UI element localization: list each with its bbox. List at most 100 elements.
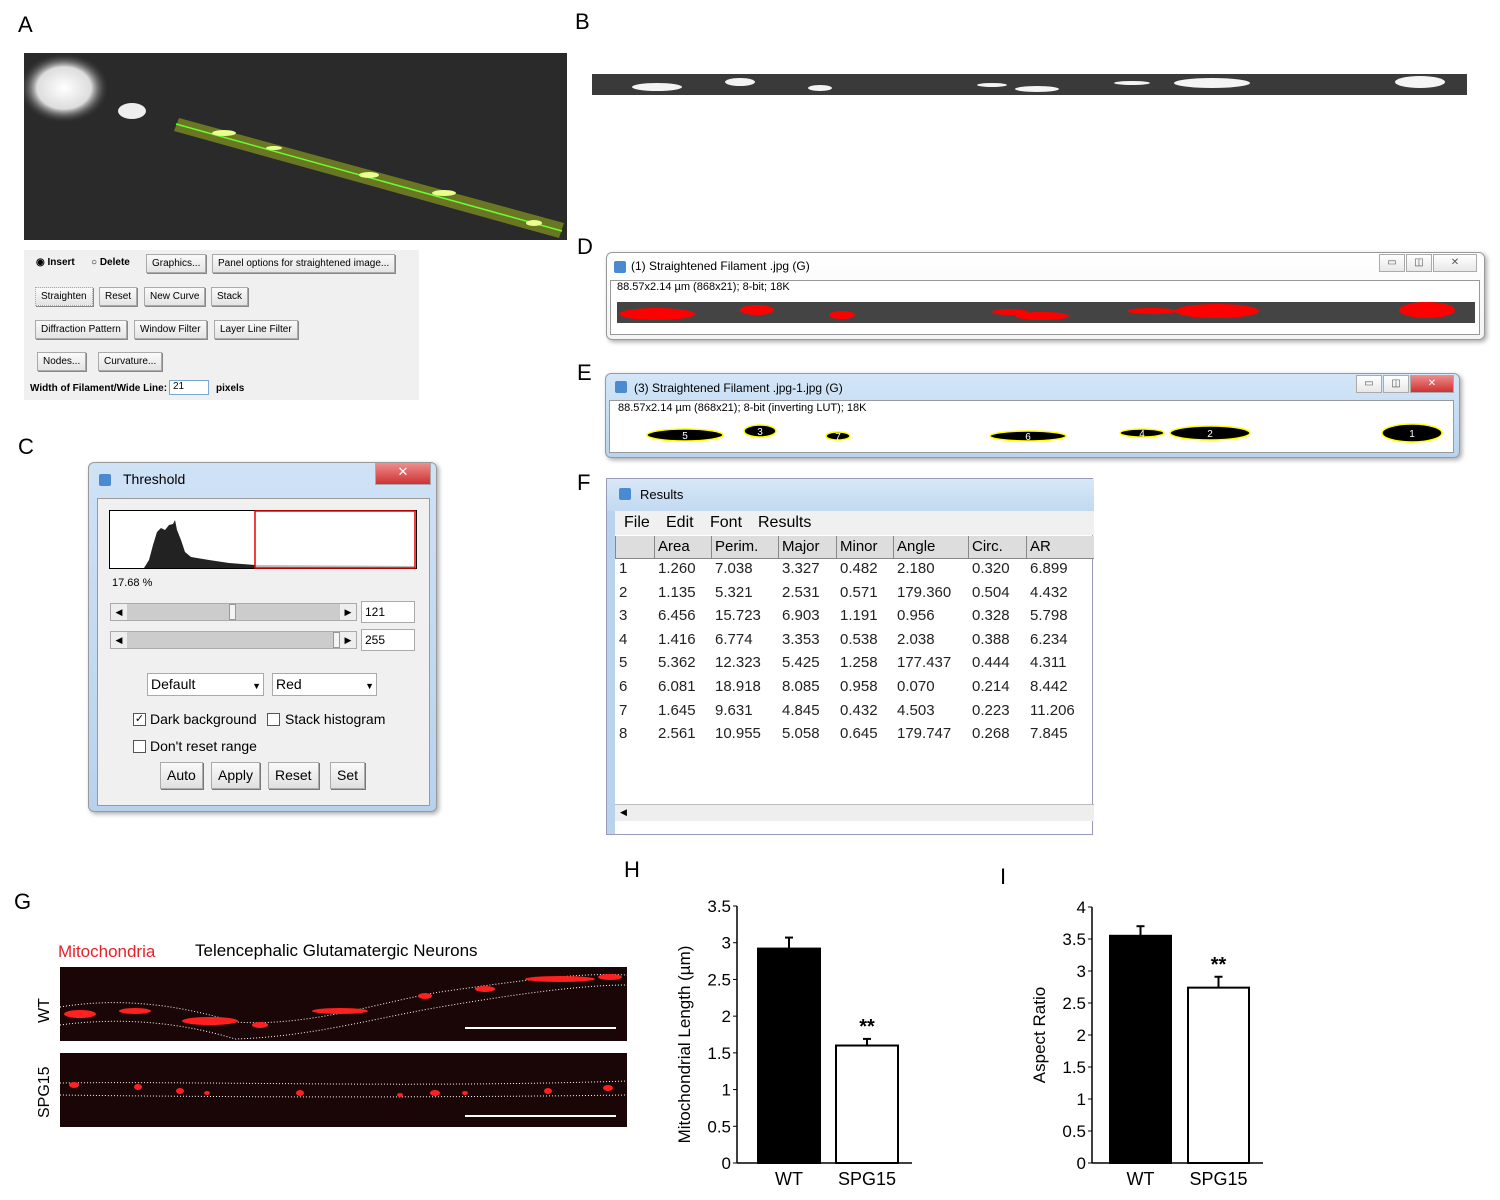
table-cell: 177.437	[897, 654, 952, 672]
apply-button[interactable]: Apply	[211, 762, 261, 789]
table-row[interactable]: 3 6.456 15.723 6.903 1.191 0.956 0.328 5.798	[615, 606, 1094, 629]
table-cell: 0.268	[972, 725, 1010, 743]
min-threshold-slider[interactable]: ◀ ▶	[110, 603, 357, 621]
maximize-icon[interactable]: ◫	[1383, 375, 1409, 393]
row-label-wt: WT	[36, 998, 53, 1023]
width-input[interactable]: 21	[169, 380, 209, 395]
table-row[interactable]: 8 2.561 10.955 5.058 0.645 179.747 0.268 7.845	[615, 724, 1094, 747]
x-tick-label: SPG15	[838, 1169, 896, 1189]
max-threshold-slider[interactable]: ◀ ▶	[110, 631, 357, 649]
table-cell: 10.955	[715, 725, 761, 743]
window-filter-button[interactable]: Window Filter	[134, 320, 207, 339]
table-cell: 6.774	[715, 630, 753, 648]
y-tick-label: 1.5	[707, 1044, 731, 1063]
close-icon[interactable]: ✕	[375, 463, 431, 485]
window-title: (1) Straightened Filament .jpg (G)	[631, 259, 810, 273]
menu-font[interactable]: Font	[710, 514, 742, 532]
mode-dropdown[interactable]: Red ▼	[272, 673, 377, 696]
scroll-left-icon[interactable]: ◀	[620, 807, 627, 818]
table-cell: 0.571	[840, 583, 878, 601]
table-row[interactable]: 2 1.135 5.321 2.531 0.571 179.360 0.504 4.432	[615, 583, 1094, 606]
y-tick-label: 1.5	[1062, 1058, 1086, 1077]
threshold-dialog: Threshold ✕ 17.68 % ◀ ▶ 121 ◀ ▶ 255 Defa…	[88, 462, 437, 812]
table-row[interactable]: 6 6.081 18.918 8.085 0.958 0.070 0.214 8.442	[615, 677, 1094, 700]
panel-options-button[interactable]: Panel options for straightened image...	[212, 254, 396, 273]
y-tick-label: 2	[1077, 1026, 1086, 1045]
radio-empty-icon: ○	[91, 257, 98, 268]
table-row[interactable]: 4 1.416 6.774 3.353 0.538 2.038 0.388 6.234	[615, 630, 1094, 653]
window-straightened-filament: (1) Straightened Filament .jpg (G) ▭ ◫ ✕…	[606, 252, 1485, 340]
min-threshold-input[interactable]: 121	[361, 601, 415, 623]
table-cell: 11.206	[1030, 701, 1075, 719]
table-cell: 4	[619, 630, 628, 648]
new-curve-button[interactable]: New Curve	[144, 287, 206, 306]
column-header[interactable]: Area	[654, 536, 711, 558]
reset-button[interactable]: Reset	[268, 762, 319, 789]
dark-background-checkbox[interactable]: ✓	[133, 713, 146, 726]
scroll-right-icon[interactable]: ▶	[340, 632, 356, 648]
scroll-left-icon[interactable]: ◀	[111, 604, 127, 620]
auto-button[interactable]: Auto	[160, 762, 203, 789]
column-header[interactable]: Angle	[893, 536, 968, 558]
diffraction-pattern-button[interactable]: Diffraction Pattern	[35, 320, 127, 339]
minimize-icon[interactable]: ▭	[1379, 254, 1405, 272]
menu-edit[interactable]: Edit	[666, 514, 694, 532]
column-header[interactable]: Circ.	[968, 536, 1026, 558]
straighten-button[interactable]: Straighten	[35, 287, 93, 306]
column-header[interactable]: Perim.	[711, 536, 778, 558]
minimize-icon[interactable]: ▭	[1356, 375, 1382, 393]
dont-reset-range-checkbox[interactable]	[133, 740, 146, 753]
nodes-button[interactable]: Nodes...	[37, 352, 87, 371]
table-cell: 6	[619, 678, 628, 695]
column-header[interactable]: Major	[778, 536, 836, 558]
stack-histogram-checkbox[interactable]	[267, 713, 280, 726]
radio-delete[interactable]: ○ Delete	[91, 257, 130, 268]
table-cell: 1.191	[840, 607, 878, 625]
results-window: Results File Edit Font Results Area Perim…	[606, 478, 1094, 835]
max-threshold-input[interactable]: 255	[361, 629, 415, 651]
scroll-left-icon[interactable]: ◀	[111, 632, 127, 648]
slider-thumb[interactable]	[333, 632, 340, 648]
table-cell: 6.903	[782, 607, 820, 625]
close-icon[interactable]: ✕	[1410, 375, 1454, 393]
scroll-right-icon[interactable]: ▶	[340, 604, 356, 620]
table-cell: 0.482	[840, 560, 878, 577]
neurite-micrograph	[24, 53, 567, 240]
table-cell: 0.320	[972, 560, 1010, 577]
slider-thumb[interactable]	[229, 604, 236, 620]
y-axis-label: Aspect Ratio	[1030, 987, 1049, 1083]
table-cell: 5.798	[1030, 607, 1068, 625]
panel-label-d: D	[577, 234, 593, 259]
y-tick-label: 3	[722, 934, 731, 953]
image-info: 88.57x2.14 µm (868x21); 8-bit (inverting…	[618, 402, 867, 414]
table-cell: 5	[619, 654, 628, 672]
radio-insert[interactable]: ◉ Insert	[36, 257, 75, 268]
table-row[interactable]: 1 1.260 7.038 3.327 0.482 2.180 0.320 6.899	[615, 559, 1094, 582]
column-header[interactable]: AR	[1026, 536, 1090, 558]
menu-results[interactable]: Results	[758, 514, 811, 532]
set-button[interactable]: Set	[330, 762, 366, 789]
menu-file[interactable]: File	[624, 514, 650, 532]
reset-button[interactable]: Reset	[99, 287, 138, 306]
x-tick-label: WT	[1127, 1169, 1155, 1189]
column-header[interactable]: Minor	[836, 536, 893, 558]
method-dropdown[interactable]: Default ▼	[147, 673, 264, 696]
window-particles: (3) Straightened Filament .jpg-1.jpg (G)…	[605, 373, 1460, 458]
graphics-button[interactable]: Graphics...	[146, 254, 207, 273]
table-cell: 179.747	[897, 725, 952, 743]
table-cell: 5.058	[782, 725, 820, 743]
table-cell: 0.214	[972, 678, 1010, 695]
stack-button[interactable]: Stack	[211, 287, 249, 306]
table-row[interactable]: 5 5.362 12.323 5.425 1.258 177.437 0.444 4.311	[615, 653, 1094, 676]
curvature-button[interactable]: Curvature...	[98, 352, 163, 371]
table-cell: 0.538	[840, 630, 878, 648]
table-cell: 4.845	[782, 701, 820, 719]
layer-line-filter-button[interactable]: Layer Line Filter	[214, 320, 298, 339]
column-header[interactable]	[615, 536, 654, 558]
horizontal-scrollbar[interactable]: ◀	[615, 804, 1094, 821]
table-cell: 8	[619, 725, 628, 743]
table-row[interactable]: 7 1.645 9.631 4.845 0.432 4.503 0.223 11.206	[615, 701, 1094, 724]
straightened-filament-image	[592, 74, 1467, 95]
maximize-icon[interactable]: ◫	[1406, 254, 1432, 272]
close-icon[interactable]: ✕	[1433, 254, 1477, 272]
